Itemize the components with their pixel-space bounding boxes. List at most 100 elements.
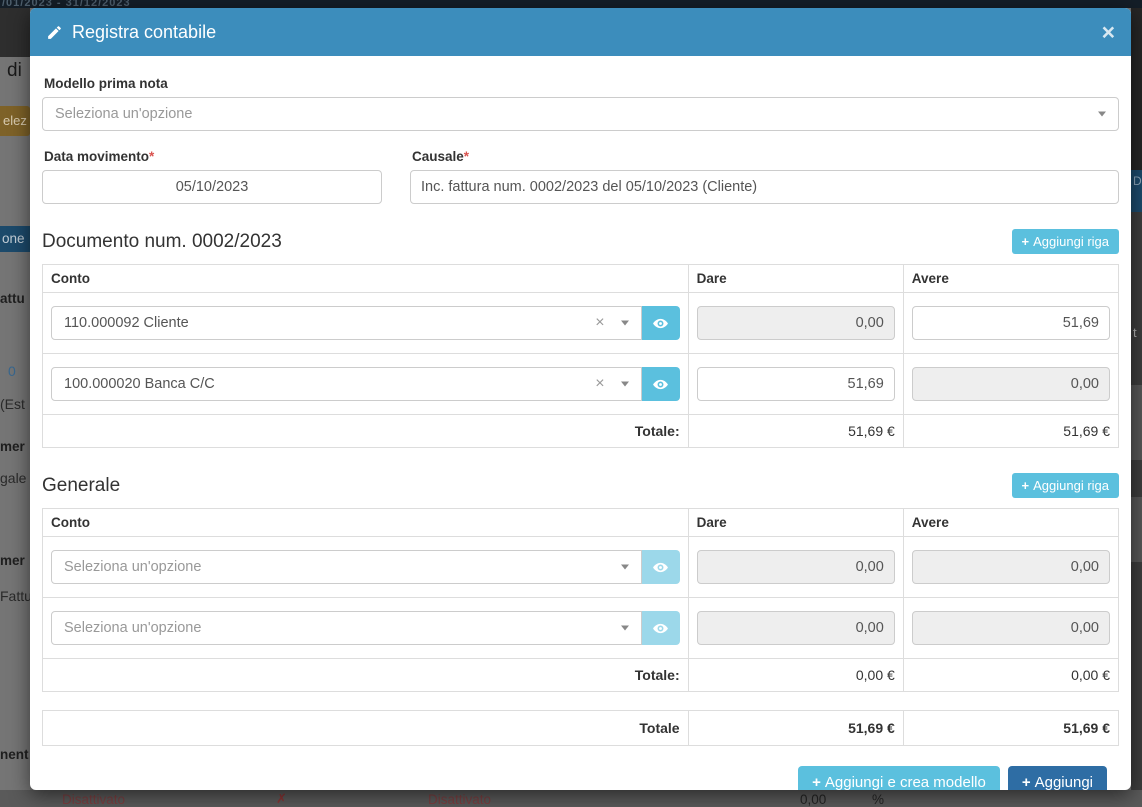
avere-input — [912, 611, 1110, 645]
avere-input — [912, 550, 1110, 584]
dare-input — [697, 611, 895, 645]
section-documento: Documento num. 0002/2023 +Aggiungi riga … — [42, 229, 1119, 448]
background-light-block — [1131, 385, 1142, 460]
section-generale: Generale +Aggiungi riga Conto Dare Avere… — [42, 473, 1119, 692]
bg-fragment: (Est — [0, 396, 25, 412]
plus-icon: + — [1022, 478, 1030, 493]
x-mark-icon: ✗ — [276, 791, 287, 807]
close-icon[interactable]: × — [1102, 21, 1115, 44]
add-row-button[interactable]: +Aggiungi riga — [1012, 229, 1119, 254]
modello-label: Modello prima nota — [44, 76, 1119, 91]
summary-totale-dare: 51,69 € — [688, 711, 903, 746]
causale-label: Causale* — [412, 149, 1119, 164]
bg-fragment: Disattivato — [62, 792, 125, 807]
background-bottom-strip: Disattivato ✗ Disattivato 0,00 % — [0, 790, 1142, 807]
table-row: 110.000092 Cliente × — [43, 293, 1119, 354]
eye-icon[interactable] — [642, 306, 680, 340]
column-header-dare: Dare — [688, 265, 903, 293]
causale-group: Causale* — [410, 149, 1119, 204]
summary-totale-label: Totale — [43, 711, 689, 746]
add-row-button[interactable]: +Aggiungi riga — [1012, 473, 1119, 498]
column-header-conto: Conto — [43, 509, 689, 537]
chevron-down-icon — [1098, 112, 1106, 117]
background-dark-block — [0, 8, 30, 57]
dare-input — [697, 306, 895, 340]
modal-body: Modello prima nota Seleziona un'opzione … — [30, 56, 1131, 790]
registra-contabile-modal: Registra contabile × Modello prima nota … — [30, 8, 1131, 790]
eye-icon[interactable] — [642, 550, 680, 584]
clear-icon[interactable]: × — [595, 376, 604, 392]
dare-input — [697, 550, 895, 584]
chevron-down-icon — [621, 626, 629, 631]
modal-footer: +Aggiungi e crea modello +Aggiungi — [42, 746, 1119, 790]
bg-fragment: mer — [0, 553, 25, 568]
totale-label: Totale: — [43, 415, 689, 448]
plus-icon: + — [1022, 234, 1030, 249]
data-movimento-input[interactable] — [42, 170, 382, 204]
bg-fragment: Disattivato — [428, 792, 491, 807]
totale-avere: 0,00 € — [903, 659, 1118, 692]
totale-label: Totale: — [43, 659, 689, 692]
dare-input[interactable] — [697, 367, 895, 401]
eye-icon[interactable] — [642, 367, 680, 401]
bg-fragment: one — [0, 226, 30, 252]
avere-input — [912, 367, 1110, 401]
data-movimento-label: Data movimento* — [44, 149, 382, 164]
conto-select[interactable]: Seleziona un'opzione — [51, 550, 642, 584]
conto-select[interactable]: 100.000020 Banca C/C × — [51, 367, 642, 401]
bg-fragment: nent — [0, 747, 29, 762]
totale-avere: 51,69 € — [903, 415, 1118, 448]
aggiungi-button[interactable]: +Aggiungi — [1008, 766, 1107, 790]
chevron-down-icon — [621, 321, 629, 326]
conto-select-value: 110.000092 Cliente — [64, 315, 189, 331]
section-documento-title: Documento num. 0002/2023 — [42, 231, 282, 253]
section-generale-title: Generale — [42, 475, 120, 497]
column-header-conto: Conto — [43, 265, 689, 293]
conto-select[interactable]: Seleziona un'opzione — [51, 611, 642, 645]
eye-icon[interactable] — [642, 611, 680, 645]
modal-title: Registra contabile — [72, 22, 216, 43]
totale-row: Totale: 51,69 € 51,69 € — [43, 415, 1119, 448]
totale-dare: 51,69 € — [688, 415, 903, 448]
bg-fragment: mer — [0, 439, 25, 454]
bg-fragment: % — [872, 792, 884, 807]
background-topbar: /01/2023 - 31/12/2023 — [0, 0, 1142, 8]
generale-table: Conto Dare Avere Seleziona un'opzione — [42, 508, 1119, 692]
aggiungi-crea-modello-button[interactable]: +Aggiungi e crea modello — [798, 766, 1000, 790]
column-header-dare: Dare — [688, 509, 903, 537]
conto-select-placeholder: Seleziona un'opzione — [64, 559, 201, 575]
background-date-range: /01/2023 - 31/12/2023 — [2, 0, 131, 8]
column-header-avere: Avere — [903, 509, 1118, 537]
plus-icon: + — [812, 774, 821, 790]
bg-fragment: 0 — [8, 363, 16, 379]
background-dark-block — [1131, 8, 1142, 170]
documento-table: Conto Dare Avere 110.000092 Cliente × — [42, 264, 1119, 448]
conto-select-placeholder: Seleziona un'opzione — [64, 620, 201, 636]
chevron-down-icon — [621, 565, 629, 570]
background-light-block — [1131, 497, 1142, 562]
clear-icon[interactable]: × — [595, 315, 604, 331]
data-movimento-group: Data movimento* — [42, 149, 382, 204]
bg-fragment: t — [1133, 325, 1137, 340]
bg-fragment: D — [1131, 170, 1142, 212]
causale-input[interactable] — [410, 170, 1119, 204]
conto-select[interactable]: 110.000092 Cliente × — [51, 306, 642, 340]
conto-select-value: 100.000020 Banca C/C — [64, 376, 215, 392]
totale-dare: 0,00 € — [688, 659, 903, 692]
bg-fragment: 0,00 — [800, 792, 826, 807]
modal-header: Registra contabile × — [30, 8, 1131, 56]
plus-icon: + — [1022, 774, 1031, 790]
required-mark: * — [464, 149, 469, 164]
table-row: Seleziona un'opzione — [43, 537, 1119, 598]
required-mark: * — [149, 149, 154, 164]
bg-fragment: attu — [0, 291, 25, 306]
bg-fragment: gale — [0, 470, 26, 486]
modello-select[interactable]: Seleziona un'opzione — [42, 97, 1119, 131]
bg-fragment: Fattu — [0, 588, 30, 604]
avere-input[interactable] — [912, 306, 1110, 340]
table-row: 100.000020 Banca C/C × — [43, 354, 1119, 415]
bg-fragment: di — [7, 60, 22, 82]
modello-placeholder: Seleziona un'opzione — [55, 106, 192, 122]
totale-row: Totale: 0,00 € 0,00 € — [43, 659, 1119, 692]
background-left-strip: di elez one attu 0 (Est mer gale mer Fat… — [0, 8, 30, 807]
